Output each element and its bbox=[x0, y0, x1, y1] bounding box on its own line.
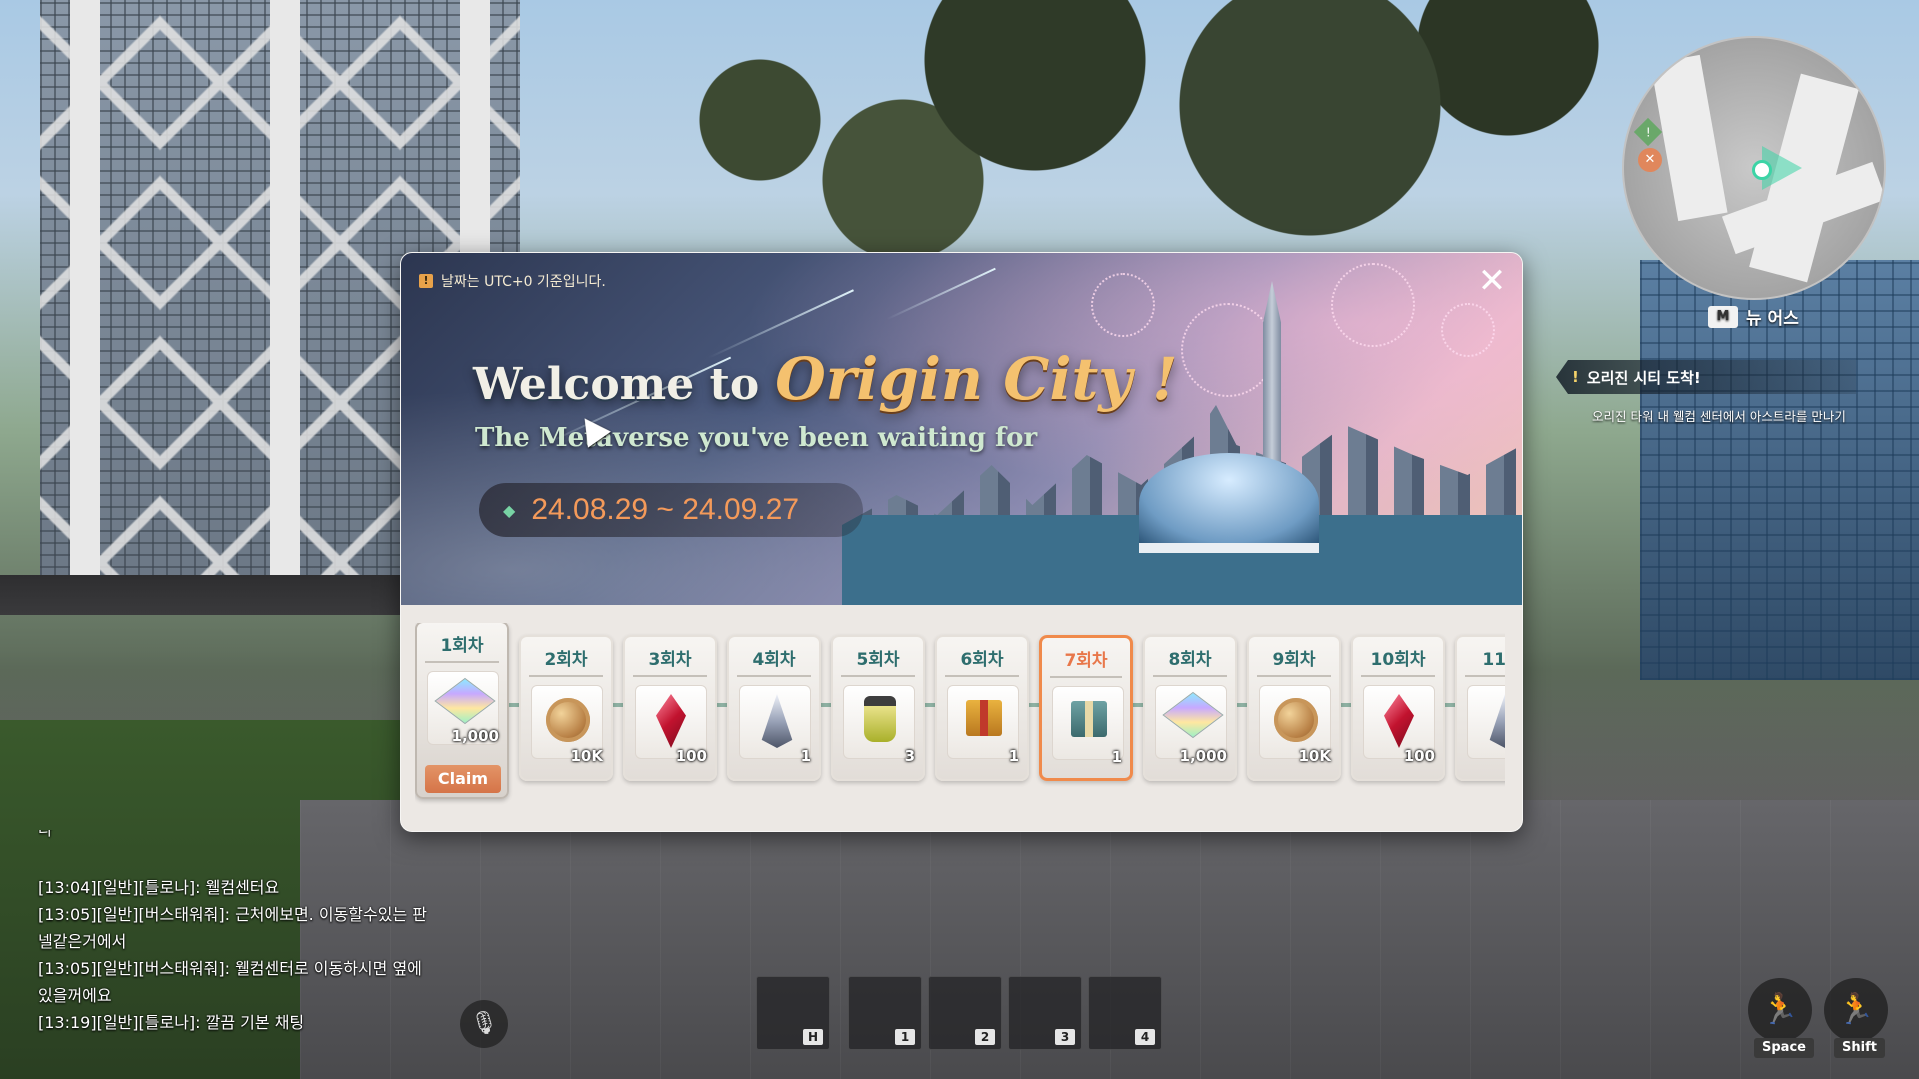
timezone-notice: ! 날짜는 UTC+0 기준입니다. bbox=[419, 271, 606, 291]
prism-cube-icon bbox=[434, 677, 496, 725]
run-action-button[interactable]: 🏃 bbox=[1824, 978, 1888, 1042]
warning-icon: ! bbox=[419, 274, 433, 288]
silver-crystal-icon bbox=[761, 694, 793, 748]
reward-card-day-8[interactable]: 8회차 1,000 bbox=[1143, 635, 1237, 781]
reward-day-label: 9회차 bbox=[1272, 650, 1316, 670]
hotbar-key: H bbox=[803, 1029, 823, 1045]
reward-day-label: 6회차 bbox=[960, 650, 1004, 670]
jump-icon: 🏃 bbox=[1761, 992, 1799, 1027]
map-keycap: M bbox=[1708, 305, 1738, 328]
chat-log[interactable]: 라 [13:04][일반][틀로나]: 웰컴센터요 [13:05][일반][버스… bbox=[38, 830, 428, 1036]
hotbar-key: 2 bbox=[975, 1029, 995, 1045]
reward-card-day-11[interactable]: 11회 bbox=[1455, 635, 1505, 781]
reward-quantity: 1 bbox=[1008, 747, 1019, 765]
hotbar-slot-4[interactable]: 4 bbox=[1088, 976, 1162, 1050]
city-name: Origin City ! bbox=[775, 345, 1178, 413]
location-name: 뉴 어스 bbox=[1746, 309, 1799, 329]
quest-alert-icon: ! bbox=[1572, 368, 1579, 386]
event-title: Welcome to Origin City ! bbox=[473, 345, 1178, 413]
quest-alert-icon[interactable]: ! bbox=[1633, 117, 1663, 147]
reward-slot[interactable] bbox=[1467, 685, 1505, 759]
quest-description: 오리진 타워 내 웰컴 센터에서 아스트라를 만나기 bbox=[1592, 409, 1846, 424]
player-marker-icon bbox=[1752, 160, 1772, 180]
chat-line: [13:05][일반][버스태워줘]: 웰컴센터로 이동하시면 옆에있을꺼에요 bbox=[38, 959, 422, 1005]
teal-gift-box-icon bbox=[1071, 701, 1107, 737]
chat-line: [13:05][일반][버스태워줘]: 근처에보면. 이동할수있는 판넬같은거에… bbox=[38, 905, 427, 951]
quest-tracker[interactable]: ! 오리진 시티 도착! 오리진 타워 내 웰컴 센터에서 아스트라를 만나기 bbox=[1556, 360, 1856, 425]
microphone-icon[interactable]: 🎙 bbox=[460, 1000, 508, 1048]
reward-card-day-3[interactable]: 3회차 100 bbox=[623, 635, 717, 781]
notice-text: 날짜는 UTC+0 기준입니다. bbox=[441, 274, 606, 290]
hotbar-key: 4 bbox=[1135, 1029, 1155, 1045]
reward-card-day-2[interactable]: 2회차 10K bbox=[519, 635, 613, 781]
reward-day-label: 2회차 bbox=[544, 650, 588, 670]
reward-day-label: 3회차 bbox=[648, 650, 692, 670]
minimap[interactable]: ! ✕ bbox=[1622, 36, 1886, 300]
reward-day-label: 8회차 bbox=[1168, 650, 1212, 670]
reward-quantity: 1,000 bbox=[451, 727, 499, 745]
attendance-event-modal: ! 날짜는 UTC+0 기준입니다. ✕ Welcome to Origin C… bbox=[400, 252, 1523, 832]
hotbar-slot-1[interactable]: 1 bbox=[848, 976, 922, 1050]
gold-coin-icon bbox=[1274, 698, 1318, 742]
reward-card-day-1[interactable]: 1회차 1,000 Claim bbox=[415, 623, 509, 799]
potion-bottle-icon bbox=[864, 696, 896, 742]
hotbar-key: 3 bbox=[1055, 1029, 1075, 1045]
quest-title: 오리진 시티 도착! bbox=[1586, 368, 1701, 387]
jump-keycap: Space bbox=[1754, 1038, 1814, 1058]
reward-quantity: 1 bbox=[800, 747, 811, 765]
red-gem-icon bbox=[656, 694, 686, 748]
reward-day-label: 5회차 bbox=[856, 650, 900, 670]
close-icon[interactable]: ✕ bbox=[1476, 264, 1508, 299]
reward-card-day-6[interactable]: 6회차 1 bbox=[935, 635, 1029, 781]
date-range-text: 24.08.29 ~ 24.09.27 bbox=[531, 493, 800, 526]
hotbar-slot-3[interactable]: 3 bbox=[1008, 976, 1082, 1050]
reward-quantity: 1 bbox=[1111, 748, 1122, 766]
reward-quantity: 10K bbox=[1298, 747, 1332, 765]
reward-day-label: 4회차 bbox=[752, 650, 796, 670]
reward-quantity: 100 bbox=[675, 747, 707, 765]
welcome-prefix: Welcome to bbox=[473, 359, 760, 410]
silver-crystal-icon bbox=[1489, 694, 1505, 748]
red-gem-icon bbox=[1384, 694, 1414, 748]
reward-card-day-9[interactable]: 9회차 10K bbox=[1247, 635, 1341, 781]
hotbar-key: 1 bbox=[895, 1029, 915, 1045]
quest-title-bar[interactable]: ! 오리진 시티 도착! bbox=[1556, 360, 1856, 394]
claim-button[interactable]: Claim bbox=[425, 765, 501, 793]
diamond-bullet-icon: ◆ bbox=[503, 500, 516, 520]
reward-card-day-10[interactable]: 10회차 100 bbox=[1351, 635, 1445, 781]
reward-day-label: 10회차 bbox=[1370, 650, 1426, 670]
reward-day-label: 11회 bbox=[1482, 650, 1505, 670]
run-icon: 🏃 bbox=[1837, 992, 1875, 1027]
event-banner: ! 날짜는 UTC+0 기준입니다. ✕ Welcome to Origin C… bbox=[401, 253, 1522, 605]
reward-track[interactable]: 1회차 1,000 Claim 2회차 10K 3회차 100 4회차 1 5회… bbox=[415, 623, 1505, 805]
chat-line-clipped: 라 bbox=[38, 830, 428, 874]
event-date-range: ◆ 24.08.29 ~ 24.09.27 bbox=[479, 483, 863, 537]
map-location-label[interactable]: M 뉴 어스 bbox=[1708, 304, 1799, 329]
chat-line: [13:04][일반][틀로나]: 웰컴센터요 bbox=[38, 878, 280, 897]
hotbar-slot-2[interactable]: 2 bbox=[928, 976, 1002, 1050]
dome-building-illustration bbox=[1139, 453, 1319, 553]
reward-quantity: 3 bbox=[904, 747, 915, 765]
run-keycap: Shift bbox=[1834, 1038, 1885, 1058]
chat-line: [13:19][일반][틀로나]: 깔끔 기본 채팅 bbox=[38, 1013, 305, 1032]
jump-action-button[interactable]: 🏃 bbox=[1748, 978, 1812, 1042]
reward-day-label: 7회차 bbox=[1064, 651, 1108, 671]
reward-card-day-4[interactable]: 4회차 1 bbox=[727, 635, 821, 781]
gold-coin-icon bbox=[546, 698, 590, 742]
prism-cube-icon bbox=[1162, 691, 1224, 739]
gold-gift-box-icon bbox=[966, 700, 1002, 736]
event-tagline: The Metaverse you've been waiting for bbox=[475, 423, 1038, 453]
hotbar-slot-h[interactable]: H bbox=[756, 976, 830, 1050]
reward-quantity: 100 bbox=[1403, 747, 1435, 765]
reward-quantity: 10K bbox=[570, 747, 604, 765]
tool-marker-icon[interactable]: ✕ bbox=[1638, 148, 1662, 172]
reward-day-label: 1회차 bbox=[440, 636, 484, 656]
reward-card-day-5[interactable]: 5회차 3 bbox=[831, 635, 925, 781]
reward-quantity: 1,000 bbox=[1179, 747, 1227, 765]
reward-card-day-7[interactable]: 7회차 1 bbox=[1039, 635, 1133, 781]
